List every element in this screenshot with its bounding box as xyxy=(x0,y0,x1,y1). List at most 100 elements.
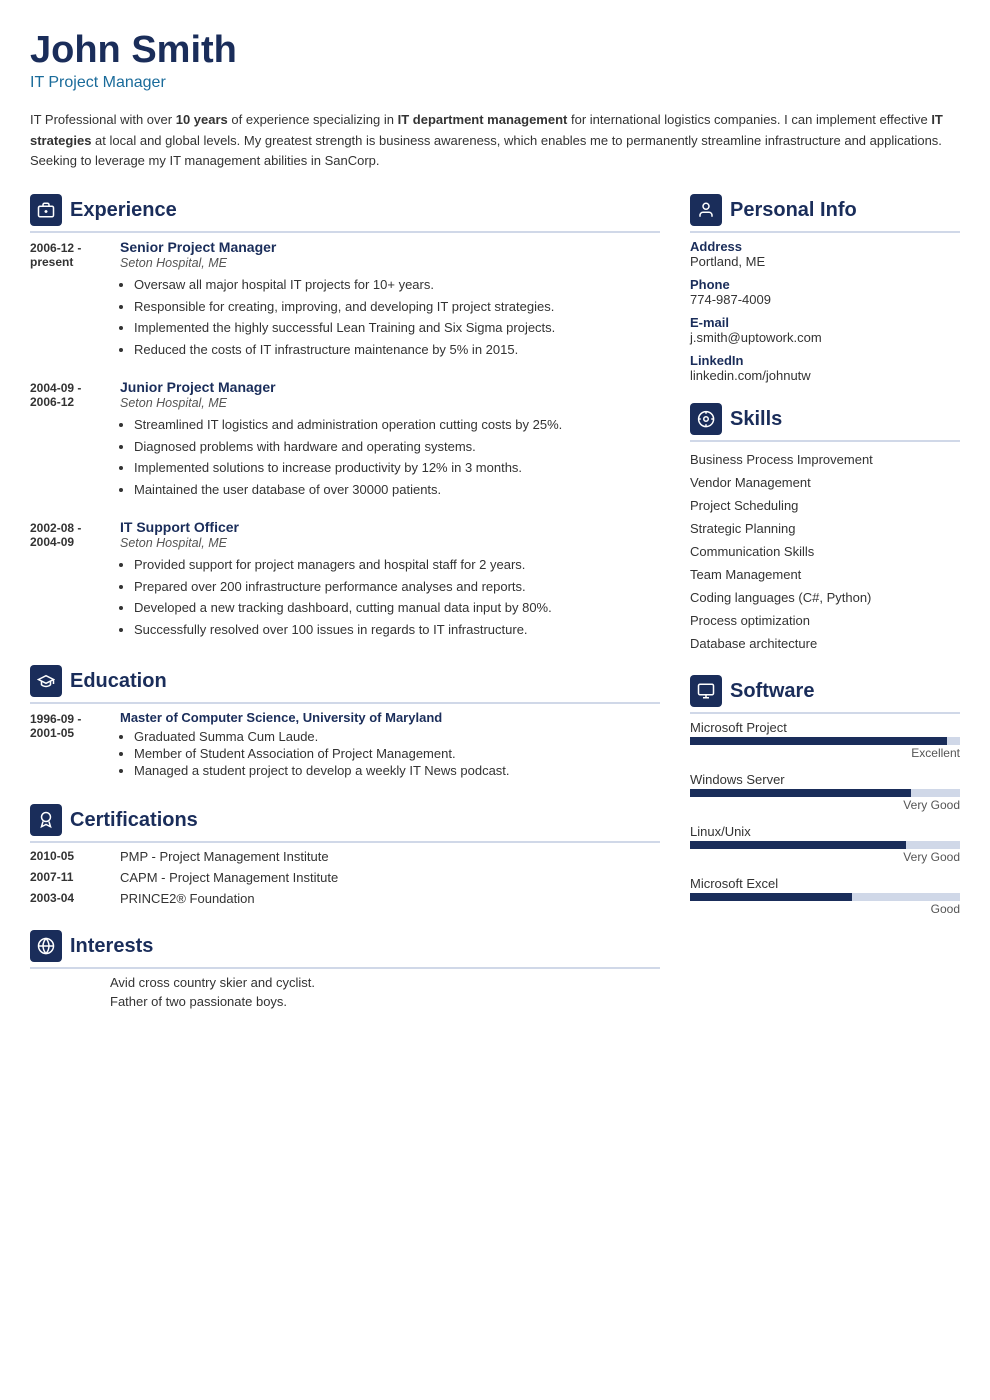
candidate-name: John Smith xyxy=(30,30,960,72)
interest-item-2: Father of two passionate boys. xyxy=(110,994,660,1009)
edu-degree-1: Master of Computer Science, University o… xyxy=(120,710,660,725)
interests-icon xyxy=(30,930,62,962)
personal-item-linkedin: LinkedIn linkedin.com/johnutw xyxy=(690,353,960,383)
education-section: Education 1996-09 -2001-05 Master of Com… xyxy=(30,665,660,780)
cert-name-2: CAPM - Project Management Institute xyxy=(120,870,338,885)
exp-job-title-1: Senior Project Manager xyxy=(120,239,660,255)
software-bar-fill-3 xyxy=(690,841,906,849)
software-icon xyxy=(690,675,722,707)
exp-company-3: Seton Hospital, ME xyxy=(120,536,660,550)
skill-item-3: Project Scheduling xyxy=(690,494,960,517)
list-item: Provided support for project managers an… xyxy=(134,555,660,575)
list-item: Implemented solutions to increase produc… xyxy=(134,458,660,478)
cert-entry-2: 2007-11 CAPM - Project Management Instit… xyxy=(30,870,660,885)
cert-entry-1: 2010-05 PMP - Project Management Institu… xyxy=(30,849,660,864)
software-name-2: Windows Server xyxy=(690,772,960,787)
skill-item-5: Communication Skills xyxy=(690,540,960,563)
exp-company-1: Seton Hospital, ME xyxy=(120,256,660,270)
personal-info-icon xyxy=(690,194,722,226)
list-item: Diagnosed problems with hardware and ope… xyxy=(134,437,660,457)
software-label-2: Very Good xyxy=(690,798,960,812)
skill-item-6: Team Management xyxy=(690,563,960,586)
candidate-title: IT Project Manager xyxy=(30,74,960,92)
cert-entry-3: 2003-04 PRINCE2® Foundation xyxy=(30,891,660,906)
resume-page: John Smith IT Project Manager IT Profess… xyxy=(0,0,990,1400)
personal-info-header: Personal Info xyxy=(690,194,960,233)
skill-item-2: Vendor Management xyxy=(690,471,960,494)
software-bar-fill-2 xyxy=(690,789,911,797)
list-item: Developed a new tracking dashboard, cutt… xyxy=(134,598,660,618)
exp-date-1: 2006-12 -present xyxy=(30,239,110,361)
personal-label-phone: Phone xyxy=(690,277,960,292)
exp-entry-3: 2002-08 -2004-09 IT Support Officer Seto… xyxy=(30,519,660,641)
list-item: Maintained the user database of over 300… xyxy=(134,480,660,500)
interests-section: Interests Avid cross country skier and c… xyxy=(30,930,660,1009)
personal-item-address: Address Portland, ME xyxy=(690,239,960,269)
certifications-icon xyxy=(30,804,62,836)
edu-date-1: 1996-09 -2001-05 xyxy=(30,710,110,780)
personal-item-email: E-mail j.smith@uptowork.com xyxy=(690,315,960,345)
skill-item-9: Database architecture xyxy=(690,632,960,655)
personal-value-linkedin: linkedin.com/johnutw xyxy=(690,368,960,383)
software-header: Software xyxy=(690,675,960,714)
personal-info-items: Address Portland, ME Phone 774-987-4009 … xyxy=(690,239,960,383)
software-entry-3: Linux/Unix Very Good xyxy=(690,824,960,864)
interest-item-1: Avid cross country skier and cyclist. xyxy=(110,975,660,990)
cert-date-3: 2003-04 xyxy=(30,891,110,906)
exp-bullets-3: Provided support for project managers an… xyxy=(120,555,660,639)
exp-job-title-3: IT Support Officer xyxy=(120,519,660,535)
certifications-header: Certifications xyxy=(30,804,660,843)
personal-value-phone: 774-987-4009 xyxy=(690,292,960,307)
list-item: Oversaw all major hospital IT projects f… xyxy=(134,275,660,295)
cert-date-1: 2010-05 xyxy=(30,849,110,864)
skills-header: Skills xyxy=(690,403,960,442)
education-entries: 1996-09 -2001-05 Master of Computer Scie… xyxy=(30,710,660,780)
software-name-3: Linux/Unix xyxy=(690,824,960,839)
personal-label-linkedin: LinkedIn xyxy=(690,353,960,368)
exp-content-1: Senior Project Manager Seton Hospital, M… xyxy=(120,239,660,361)
software-name-4: Microsoft Excel xyxy=(690,876,960,891)
skills-list: Business Process Improvement Vendor Mana… xyxy=(690,448,960,655)
edu-content-1: Master of Computer Science, University o… xyxy=(120,710,660,780)
education-header: Education xyxy=(30,665,660,704)
software-bar-4 xyxy=(690,893,960,901)
exp-entry-1: 2006-12 -present Senior Project Manager … xyxy=(30,239,660,361)
list-item: Prepared over 200 infrastructure perform… xyxy=(134,577,660,597)
summary: IT Professional with over 10 years of ex… xyxy=(30,110,960,172)
list-item: Managed a student project to develop a w… xyxy=(134,763,660,778)
software-entries: Microsoft Project Excellent Windows Serv… xyxy=(690,720,960,916)
certifications-section: Certifications 2010-05 PMP - Project Man… xyxy=(30,804,660,906)
right-column: Personal Info Address Portland, ME Phone… xyxy=(690,194,960,1370)
software-bar-3 xyxy=(690,841,960,849)
experience-entries: 2006-12 -present Senior Project Manager … xyxy=(30,239,660,641)
list-item: Reduced the costs of IT infrastructure m… xyxy=(134,340,660,360)
experience-section: Experience 2006-12 -present Senior Proje… xyxy=(30,194,660,641)
experience-icon xyxy=(30,194,62,226)
two-col-layout: Experience 2006-12 -present Senior Proje… xyxy=(30,194,960,1370)
list-item: Successfully resolved over 100 issues in… xyxy=(134,620,660,640)
personal-value-email: j.smith@uptowork.com xyxy=(690,330,960,345)
exp-content-3: IT Support Officer Seton Hospital, ME Pr… xyxy=(120,519,660,641)
education-icon xyxy=(30,665,62,697)
skills-section: Skills Business Process Improvement Vend… xyxy=(690,403,960,655)
edu-entry-1: 1996-09 -2001-05 Master of Computer Scie… xyxy=(30,710,660,780)
personal-item-phone: Phone 774-987-4009 xyxy=(690,277,960,307)
skills-title: Skills xyxy=(730,408,782,431)
exp-company-2: Seton Hospital, ME xyxy=(120,396,660,410)
interests-content: Avid cross country skier and cyclist. Fa… xyxy=(30,975,660,1009)
skill-item-4: Strategic Planning xyxy=(690,517,960,540)
exp-entry-2: 2004-09 -2006-12 Junior Project Manager … xyxy=(30,379,660,501)
left-column: Experience 2006-12 -present Senior Proje… xyxy=(30,194,660,1370)
list-item: Responsible for creating, improving, and… xyxy=(134,297,660,317)
header: John Smith IT Project Manager xyxy=(30,30,960,92)
skill-item-1: Business Process Improvement xyxy=(690,448,960,471)
certifications-entries: 2010-05 PMP - Project Management Institu… xyxy=(30,849,660,906)
skill-item-8: Process optimization xyxy=(690,609,960,632)
personal-label-email: E-mail xyxy=(690,315,960,330)
software-bar-fill-4 xyxy=(690,893,852,901)
list-item: Implemented the highly successful Lean T… xyxy=(134,318,660,338)
software-entry-2: Windows Server Very Good xyxy=(690,772,960,812)
list-item: Graduated Summa Cum Laude. xyxy=(134,729,660,744)
skills-icon xyxy=(690,403,722,435)
exp-date-2: 2004-09 -2006-12 xyxy=(30,379,110,501)
